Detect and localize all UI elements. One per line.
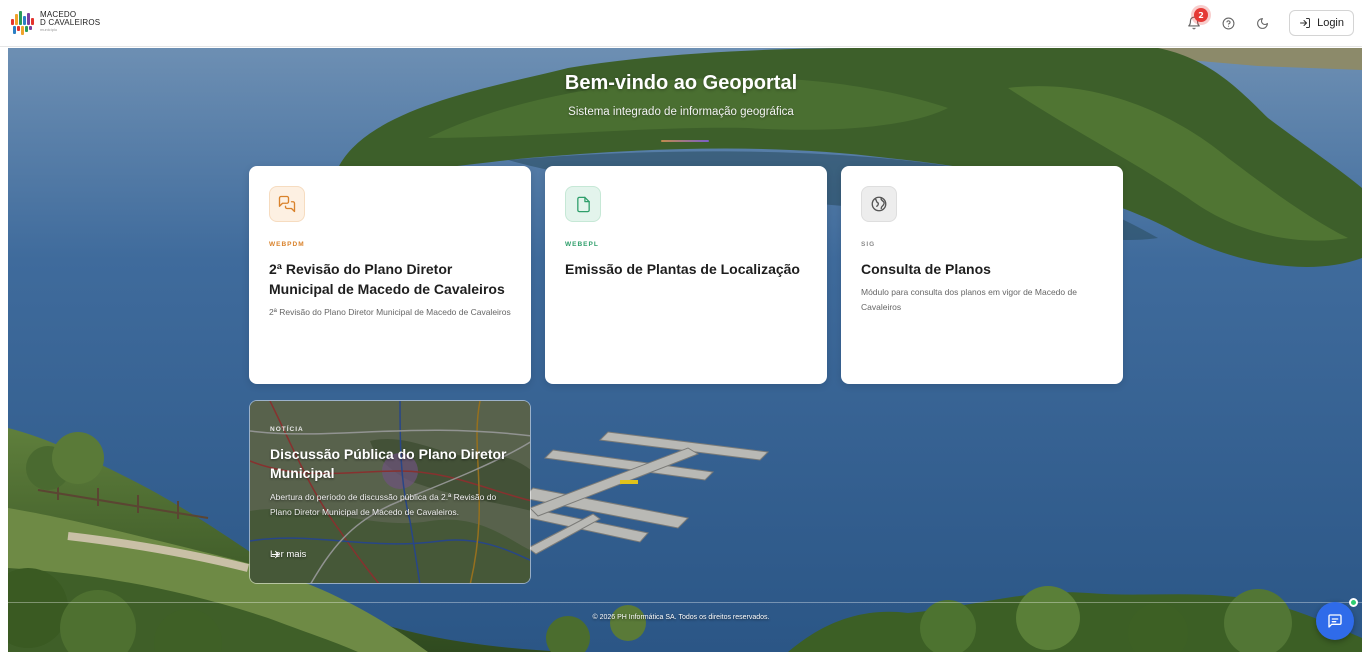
chat-button[interactable] — [1316, 602, 1354, 640]
hero-subtitle: Sistema integrado de informação geográfi… — [568, 106, 794, 118]
card-title: Emissão de Plantas de Localização — [565, 261, 800, 277]
card-webepl[interactable]: WEBEPL Emissão de Plantas de Localização — [545, 166, 827, 384]
arrow-right-icon — [271, 550, 280, 559]
chat-online-indicator — [1349, 598, 1358, 607]
help-circle-icon — [1222, 17, 1235, 29]
card-icon-box — [565, 186, 601, 222]
login-label: Login — [1317, 17, 1344, 29]
notifications-button[interactable]: 2 — [1177, 8, 1211, 38]
card-tag: SIG — [861, 241, 876, 248]
footer-copyright: © 2026 PH Informática SA. Todos os direi… — [592, 614, 770, 621]
map-globe-icon — [871, 196, 887, 212]
chat-icon — [1328, 614, 1342, 628]
logo-line-3: município — [40, 27, 58, 32]
login-button[interactable]: Login — [1289, 10, 1354, 36]
card-description: 2ª Revisão do Plano Diretor Municipal de… — [269, 307, 511, 317]
login-icon — [1300, 18, 1311, 28]
municipality-logo[interactable]: MACEDO D CAVALEIROS município — [10, 9, 100, 35]
card-tag: WEBPDM — [269, 241, 305, 248]
card-webpdm[interactable]: WEBPDM 2ª Revisão do Plano Diretor Munic… — [249, 166, 531, 384]
card-tag: WEBEPL — [565, 241, 599, 248]
hero-divider — [661, 140, 709, 142]
document-icon — [576, 196, 590, 212]
card-description: Módulo para consulta dos planos em vigor… — [861, 287, 1077, 312]
hero-title: Bem-vindo ao Geoportal — [564, 72, 798, 94]
card-sig[interactable]: SIG Consulta de Planos Módulo para consu… — [841, 166, 1123, 384]
footer-divider — [8, 602, 1362, 603]
card-title: Consulta de Planos — [861, 261, 991, 277]
news-tag: NOTÍCIA — [270, 426, 304, 433]
logo-mark-icon — [10, 9, 36, 35]
card-title: 2ª Revisão do Plano Diretor Municipal de… — [269, 261, 505, 297]
news-card[interactable]: NOTÍCIA Discussão Pública do Plano Diret… — [249, 400, 531, 584]
notification-count-badge: 2 — [1194, 8, 1209, 22]
help-button[interactable] — [1211, 8, 1245, 38]
chat-bubbles-icon — [278, 195, 296, 213]
news-title: Discussão Pública do Plano Diretor Munic… — [270, 446, 507, 481]
card-icon-box — [269, 186, 305, 222]
moon-icon — [1256, 17, 1268, 29]
news-read-more-link[interactable]: Ler mais — [270, 549, 306, 560]
news-description: Abertura do período de discussão pública… — [270, 492, 497, 517]
card-icon-box — [861, 186, 897, 222]
logo-line-2: D CAVALEIROS — [40, 18, 101, 27]
theme-toggle-button[interactable] — [1245, 8, 1279, 38]
top-header: MACEDO D CAVALEIROS município 2 Login — [0, 0, 1362, 47]
